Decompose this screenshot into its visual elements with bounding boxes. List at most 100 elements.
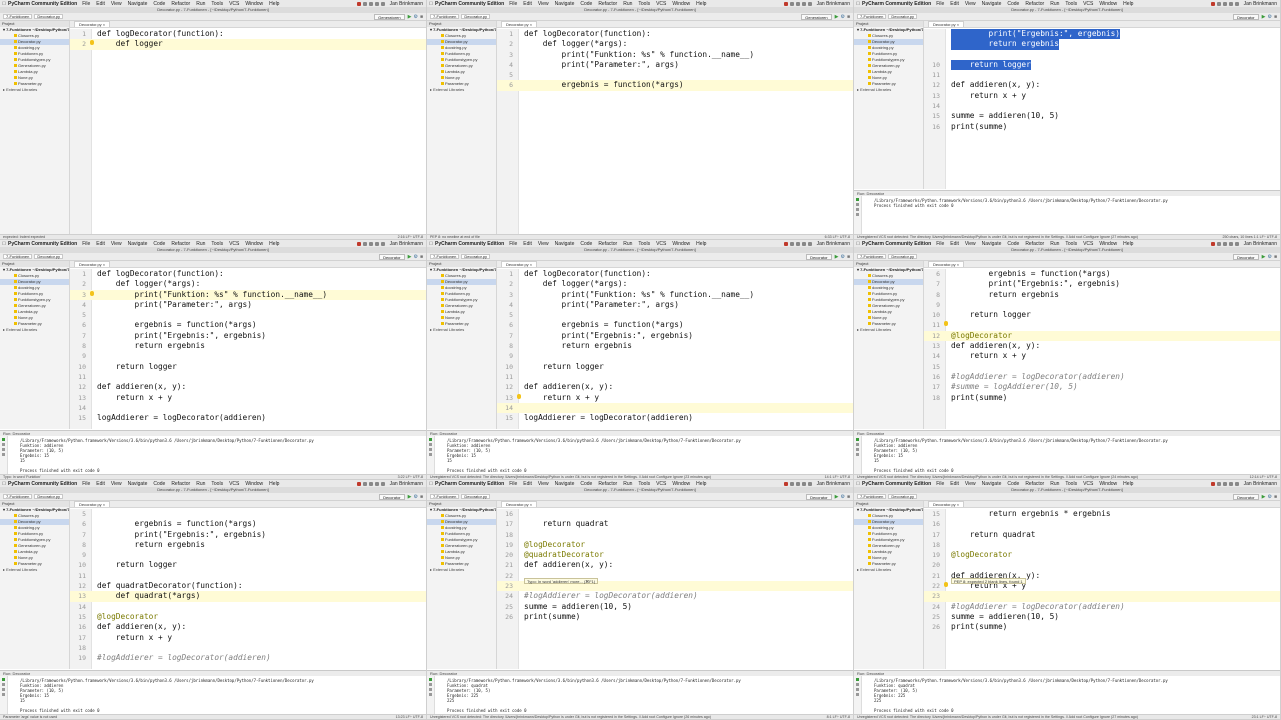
user-name[interactable]: Jan Brinkmann xyxy=(817,241,850,247)
stop-icon[interactable]: ■ xyxy=(847,494,850,500)
debug-icon[interactable]: ⚙ xyxy=(1267,14,1271,20)
code-line[interactable]: 11 xyxy=(497,372,853,382)
code-line[interactable]: 16 #logAddierer = logDecorator(addieren) xyxy=(924,372,1280,382)
menu-refactor[interactable]: Refactor xyxy=(171,241,190,247)
code-line[interactable]: 5 xyxy=(497,310,853,320)
code-line[interactable]: 17 return quadrat xyxy=(497,519,853,529)
run-icon[interactable]: ▶ xyxy=(408,254,412,260)
status-position[interactable]: 8:1 LF÷ UTF-8 xyxy=(827,715,850,719)
code-line[interactable]: 25 summe = addieren(10, 5) xyxy=(497,602,853,612)
menu-help[interactable]: Help xyxy=(269,481,279,487)
tray-icon[interactable] xyxy=(380,241,385,246)
code-line[interactable]: 6 ergebnis = function(*args) xyxy=(70,320,426,330)
close-icon[interactable] xyxy=(429,693,432,696)
code-line[interactable]: 7 print("Ergebnis:", ergebnis) xyxy=(924,279,1280,289)
menu-view[interactable]: View xyxy=(111,241,122,247)
code-line[interactable]: 12 @logDecorator xyxy=(924,330,1280,342)
run-config-select[interactable]: Decorator xyxy=(1233,253,1259,260)
status-position[interactable]: 14:1 LF÷ UTF-8 xyxy=(825,475,850,479)
tray-icon[interactable] xyxy=(789,1,794,6)
code-line[interactable]: 4 print("Parameter:", args) xyxy=(497,60,853,70)
app-name[interactable]: PyCharm Community Edition xyxy=(8,1,77,7)
run-config-select[interactable]: Decorator xyxy=(379,493,405,500)
run-config-select[interactable]: Decorator xyxy=(1233,493,1259,500)
code-line[interactable]: 15 @logDecorator xyxy=(70,612,426,622)
menu-refactor[interactable]: Refactor xyxy=(1025,1,1044,7)
run-icon[interactable]: ▶ xyxy=(408,494,412,500)
editor-tab[interactable]: Decorator.py × xyxy=(74,21,111,27)
close-icon[interactable] xyxy=(856,453,859,456)
code-line[interactable]: 17 return quadrat xyxy=(924,530,1280,540)
menu-run[interactable]: Run xyxy=(196,241,205,247)
menu-navigate[interactable]: Navigate xyxy=(555,481,575,487)
code-line[interactable]: 9 xyxy=(70,550,426,560)
run-config-select[interactable]: Decorator xyxy=(806,253,832,260)
close-icon[interactable] xyxy=(429,453,432,456)
menu-code[interactable]: Code xyxy=(580,1,592,7)
tray-icon[interactable] xyxy=(380,481,385,486)
apple-icon[interactable]:  xyxy=(0,481,8,487)
run-tab[interactable]: Run: Decorator xyxy=(0,431,426,436)
breadcrumb[interactable]: Decorator.py xyxy=(461,494,491,499)
status-position[interactable]: 23:1 LF÷ UTF-8 xyxy=(1252,715,1277,719)
menu-refactor[interactable]: Refactor xyxy=(598,241,617,247)
menu-file[interactable]: File xyxy=(509,1,517,7)
lightbulb-icon[interactable] xyxy=(944,582,948,588)
code-line[interactable]: 16 print(summe) xyxy=(924,122,1280,132)
run-tab[interactable]: Run: Decorator xyxy=(0,671,426,676)
code-line[interactable]: 16 def addieren(x, y): xyxy=(70,622,426,632)
tray-icon[interactable] xyxy=(807,241,812,246)
apple-icon[interactable]:  xyxy=(854,481,862,487)
run-icon[interactable]: ▶ xyxy=(1262,494,1266,500)
menu-vcs[interactable]: VCS xyxy=(229,241,239,247)
rerun-icon[interactable] xyxy=(2,678,5,681)
tray-icon[interactable] xyxy=(789,481,794,486)
code-line[interactable]: 12 def addieren(x, y): xyxy=(70,382,426,392)
tray-icon[interactable] xyxy=(1216,481,1221,486)
menu-refactor[interactable]: Refactor xyxy=(1025,241,1044,247)
menu-window[interactable]: Window xyxy=(245,481,263,487)
code-line[interactable]: 9 xyxy=(70,351,426,361)
code-line[interactable]: 1 def logDecorator(function): xyxy=(70,269,426,279)
menu-run[interactable]: Run xyxy=(1050,1,1059,7)
tray-icon[interactable] xyxy=(1222,481,1227,486)
menu-tools[interactable]: Tools xyxy=(1065,1,1077,7)
menu-view[interactable]: View xyxy=(538,1,549,7)
tray-icon[interactable] xyxy=(1234,1,1239,6)
menu-window[interactable]: Window xyxy=(245,241,263,247)
user-name[interactable]: Jan Brinkmann xyxy=(390,1,423,7)
scroll-icon[interactable] xyxy=(2,688,5,691)
menu-file[interactable]: File xyxy=(82,1,90,7)
tray-icon[interactable] xyxy=(368,241,373,246)
breadcrumb[interactable]: Decorator.py xyxy=(888,494,918,499)
menu-run[interactable]: Run xyxy=(623,1,632,7)
record-icon[interactable] xyxy=(356,481,361,486)
code-line[interactable]: 10 return logger xyxy=(70,362,426,372)
menu-file[interactable]: File xyxy=(509,241,517,247)
code-line[interactable]: 2 def logger(*args): xyxy=(70,279,426,289)
tray-icon[interactable] xyxy=(362,481,367,486)
stop-icon[interactable]: ■ xyxy=(420,494,423,500)
code-line[interactable]: 6 ergebnis = function(*args) xyxy=(497,320,853,330)
menu-window[interactable]: Window xyxy=(1099,241,1117,247)
close-icon[interactable] xyxy=(2,693,5,696)
code-line[interactable]: 3 print("Funktion: %s" % function.__name… xyxy=(70,289,426,300)
code-line[interactable]: 15 return ergebnis * ergebnis xyxy=(924,509,1280,519)
code-line[interactable]: 2 def logger(*args): xyxy=(497,279,853,289)
code-line[interactable]: 19 #logAddierer = logDecorator(addieren) xyxy=(70,653,426,663)
code-line[interactable]: 1 def logDecorator(function): xyxy=(497,269,853,279)
menu-help[interactable]: Help xyxy=(696,241,706,247)
menu-file[interactable]: File xyxy=(936,1,944,7)
breadcrumb[interactable]: Decorator.py xyxy=(461,14,491,19)
stop-icon[interactable] xyxy=(2,443,5,446)
user-name[interactable]: Jan Brinkmann xyxy=(390,241,423,247)
rerun-icon[interactable] xyxy=(856,678,859,681)
code-line[interactable]: 23 xyxy=(924,591,1280,602)
code-line[interactable]: 18 print(summe) xyxy=(924,393,1280,403)
editor-tab[interactable]: Decorator.py × xyxy=(928,501,965,507)
code-line[interactable]: 19 @logDecorator xyxy=(924,550,1280,560)
external-libraries[interactable]: ▸ External Libraries xyxy=(427,327,496,333)
menu-edit[interactable]: Edit xyxy=(96,241,105,247)
tray-icon[interactable] xyxy=(362,241,367,246)
code-line[interactable]: 1 def logDecorator(function): xyxy=(70,29,426,39)
